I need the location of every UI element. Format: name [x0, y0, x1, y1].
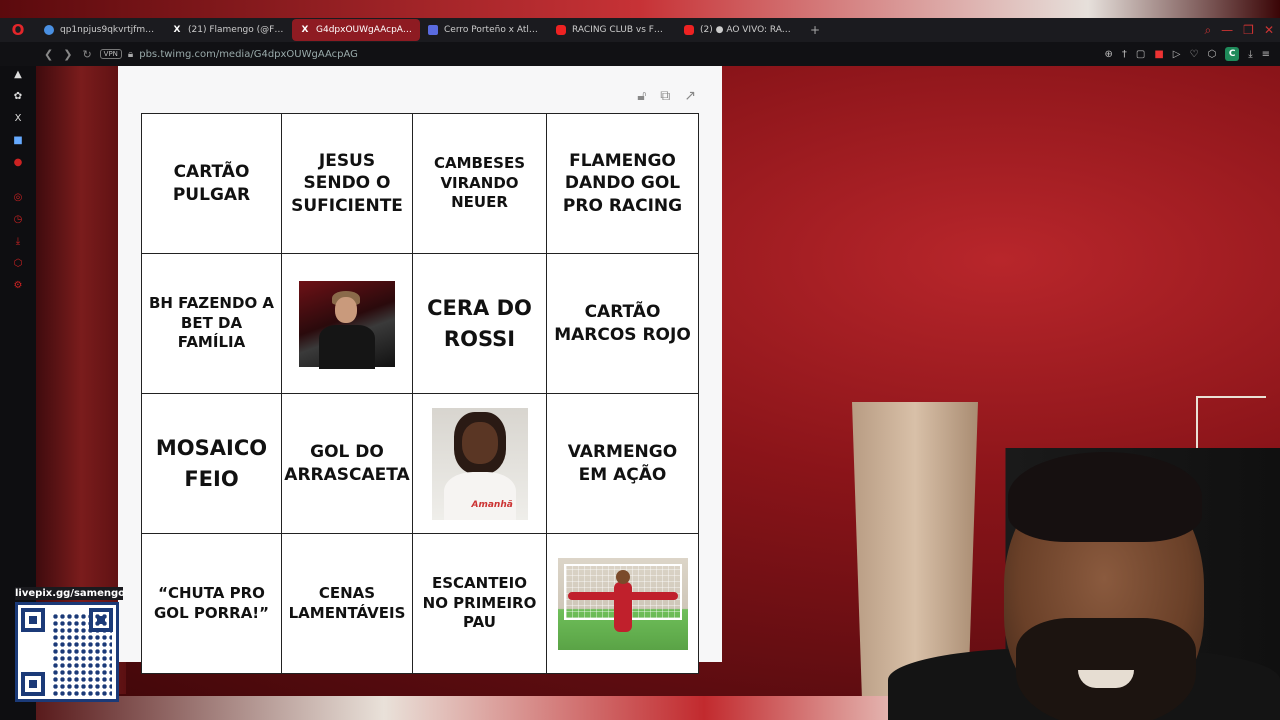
bingo-cell: FLAMENGO DANDO GOL PRO RACING: [547, 114, 699, 254]
streamer-beard: [1016, 618, 1196, 720]
search-icon[interactable]: ⌕: [1204, 23, 1211, 38]
lock-icon[interactable]: 🔒︎: [128, 49, 133, 60]
extension-red-icon[interactable]: ■: [1154, 49, 1163, 60]
tab-5[interactable]: RACING CLUB vs FLAME: [548, 19, 676, 41]
bingo-cell: MOSAICO FEIO: [142, 394, 282, 534]
tab-bar: O qp1npjus9qkvrtjfml9jqtb X (21) Flamengo…: [0, 18, 1280, 42]
minimize-icon[interactable]: —: [1221, 23, 1233, 37]
site-icon: [428, 25, 438, 35]
bingo-cell: GOL DO ARRASCAETA: [282, 394, 413, 534]
youtube-icon: [684, 25, 694, 35]
tab-4[interactable]: Cerro Porteño x Atlético: [420, 19, 548, 41]
chrome-icon: [44, 25, 54, 35]
tab-2[interactable]: X (21) Flamengo (@Flameng: [164, 19, 292, 41]
aria-icon[interactable]: ▲: [11, 68, 25, 81]
nav-buttons: ❮ ❯ ↻: [0, 48, 92, 61]
live-icon[interactable]: ●: [11, 156, 25, 169]
qr-dots: [52, 613, 112, 697]
image-viewer-page: 🔓︎ ⧉ ↗ CARTÃO PULGAR JESUS SENDO O SUFIC…: [118, 66, 722, 674]
page-tools: 🔓︎ ⧉ ↗: [637, 88, 696, 104]
bingo-cell: ESCANTEIO NO PRIMEIRO PAU: [413, 534, 547, 674]
woman-photo: Amanhã: [431, 407, 528, 520]
pin-icon[interactable]: †: [1122, 49, 1127, 60]
bingo-cell: CARTÃO MARCOS ROJO: [547, 254, 699, 394]
bingo-cell: JESUS SENDO O SUFICIENTE: [282, 114, 413, 254]
toolbar-icons: ⊕ † ▢ ■ ▷ ♡ ⬡ C ⤓ ≡: [1104, 42, 1270, 66]
copy-icon[interactable]: ⧉: [660, 88, 670, 104]
bingo-cell: VARMENGO EM AÇÃO: [547, 394, 699, 534]
window-controls: ⌕ — ❒ ✕: [1204, 18, 1274, 42]
tab-label: qp1npjus9qkvrtjfml9jqtb: [60, 25, 156, 35]
tab-1[interactable]: qp1npjus9qkvrtjfml9jqtb: [36, 19, 164, 41]
reload-icon[interactable]: ↻: [82, 48, 91, 61]
tab-label: Cerro Porteño x Atlético: [444, 25, 540, 35]
address-bar: ❮ ❯ ↻ VPN 🔒︎ pbs.twimg.com/media/G4dpxOU…: [0, 42, 1280, 66]
target-icon[interactable]: ◎: [11, 191, 25, 204]
bingo-card: CARTÃO PULGAR JESUS SENDO O SUFICIENTE C…: [141, 113, 699, 674]
bingo-cell: CENAS LAMENTÁVEIS: [282, 534, 413, 674]
history-icon[interactable]: ◷: [11, 213, 25, 226]
qr-finder: [21, 672, 45, 696]
profile-avatar[interactable]: C: [1225, 47, 1240, 61]
forward-icon[interactable]: ❯: [63, 48, 72, 61]
close-icon[interactable]: ✕: [1264, 23, 1274, 37]
x-icon: X: [173, 25, 181, 35]
play-icon[interactable]: ▷: [1173, 49, 1181, 60]
heart-icon[interactable]: ♡: [1189, 49, 1198, 60]
youtube-icon: [556, 25, 566, 35]
shirt-text: Amanhã: [471, 499, 513, 510]
qr-finder: [21, 608, 45, 632]
tab-label: RACING CLUB vs FLAME: [572, 25, 668, 35]
tab-label: (2) ● AO VIVO: RACING: [700, 25, 796, 35]
background-top-strip: [0, 0, 1280, 18]
back-icon[interactable]: ❮: [44, 48, 53, 61]
sidebar-divider: [11, 178, 25, 182]
goalkeeper-body: [613, 581, 632, 632]
x-icon: X: [301, 25, 309, 35]
new-tab-button[interactable]: +: [804, 23, 826, 37]
extensions-icon[interactable]: ⬡: [1207, 49, 1216, 60]
tab-label: G4dpxOUWgAAcpAG (10: [316, 25, 412, 35]
tab-3-active[interactable]: X G4dpxOUWgAAcpAG (10: [292, 19, 420, 41]
goalkeeper-photo: [557, 557, 688, 650]
unlock-icon[interactable]: 🔓︎: [637, 88, 646, 104]
stream-screen: { "browser": { "tabs": [ {"label": "qp1n…: [0, 0, 1280, 720]
donation-label: livepix.gg/samengo: [15, 587, 126, 600]
app-icon[interactable]: ■: [11, 134, 25, 147]
bingo-cell-photo: [282, 254, 413, 394]
url-field[interactable]: pbs.twimg.com/media/G4dpxOUWgAAcpAG: [139, 49, 358, 60]
streamer-hair: [1008, 452, 1202, 542]
tab-label: (21) Flamengo (@Flameng: [188, 25, 284, 35]
bingo-cell-photo: [547, 534, 699, 674]
vpn-badge[interactable]: VPN: [99, 49, 122, 59]
qr-code: [15, 602, 119, 702]
menu-icon[interactable]: ≡: [1262, 49, 1270, 60]
photo-face: [461, 421, 498, 464]
webcam-feed: [888, 448, 1280, 720]
opera-logo-icon[interactable]: O: [0, 18, 36, 42]
zoom-icon[interactable]: ⊕: [1104, 49, 1112, 60]
x-icon[interactable]: X: [11, 112, 25, 125]
maximize-icon[interactable]: ❒: [1243, 23, 1254, 37]
photo-body: [319, 324, 375, 369]
bingo-cell: BH FAZENDO A BET DA FAMÍLIA: [142, 254, 282, 394]
settings-icon[interactable]: ⚙: [11, 279, 25, 292]
downloads-icon[interactable]: ⤓: [11, 235, 25, 248]
coach-photo: [299, 280, 395, 369]
bingo-cell: CAMBESES VIRANDO NEUER: [413, 114, 547, 254]
bingo-cell: “CHUTA PRO GOL PORRA!”: [142, 534, 282, 674]
bingo-cell-photo: Amanhã: [413, 394, 547, 534]
photo-face: [335, 296, 357, 323]
photo-shirt: [443, 471, 516, 520]
snapshot-icon[interactable]: ▢: [1136, 49, 1145, 60]
bingo-cell: CERA DO ROSSI: [413, 254, 547, 394]
extensions-icon[interactable]: ⬡: [11, 257, 25, 270]
donation-qr-overlay: livepix.gg/samengo: [15, 587, 126, 707]
tab-6[interactable]: (2) ● AO VIVO: RACING: [676, 19, 804, 41]
goalkeeper-head: [615, 569, 630, 584]
download-icon[interactable]: ⤓: [1248, 49, 1252, 60]
bingo-cell: CARTÃO PULGAR: [142, 114, 282, 254]
chatgpt-icon[interactable]: ✿: [11, 90, 25, 103]
share-icon[interactable]: ↗: [684, 88, 696, 104]
